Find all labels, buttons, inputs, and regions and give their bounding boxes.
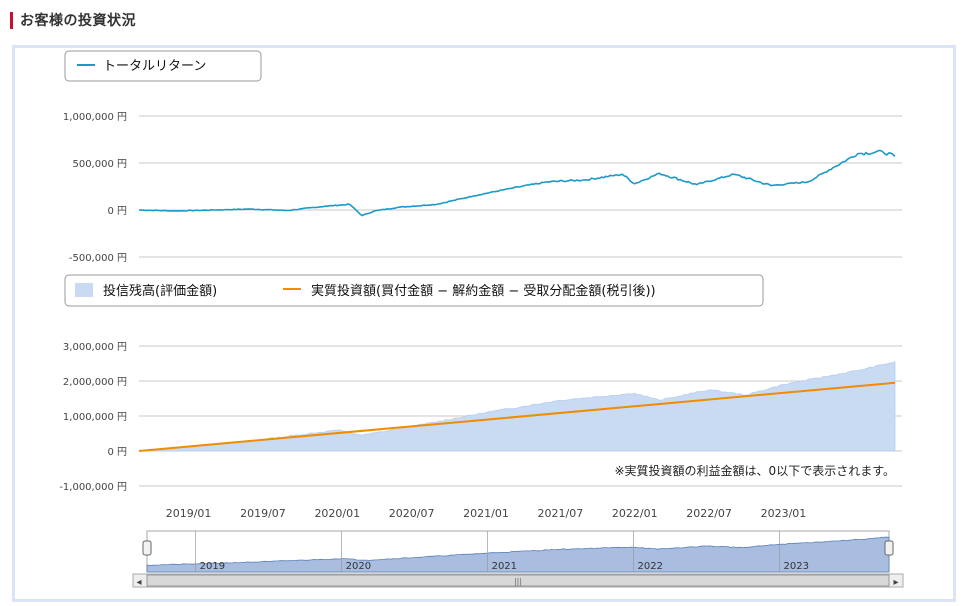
series-line-total-return (138, 149, 896, 217)
heading-title: お客様の投資状況 (20, 13, 136, 29)
scrollbar-grip-icon: ||| (514, 577, 522, 586)
y-tick-label-bottom: 2,000,000 円 (63, 377, 127, 388)
x-tick-label: 2019/01 (166, 507, 212, 520)
legend-label-net-investment: 実質投資額(買付金額 − 解約金額 − 受取分配金額(税引後)) (311, 283, 656, 299)
x-tick-label: 2021/01 (463, 507, 509, 520)
total-return-chart: トータルリターン 1,000,000 円 500,000 円 0 円 -500,000 … (63, 50, 902, 264)
range-navigator: 2019 2020 2021 2022 2023 ||| ◂ ▸ (132, 530, 904, 588)
navigator-year-label: 2023 (784, 561, 809, 572)
y-tick-label-top: -500,000 円 (69, 253, 127, 264)
scroll-left-arrow-icon[interactable]: ◂ (136, 577, 141, 588)
x-tick-label: 2022/07 (686, 507, 732, 520)
navigator-handle-left[interactable] (142, 540, 152, 556)
legend-label-total-return: トータルリターン (103, 59, 206, 74)
navigator-year-label: 2019 (200, 561, 225, 572)
x-tick-label: 2020/07 (389, 507, 435, 520)
asset-chart: 投信残高(評価金額) 実質投資額(買付金額 − 解約金額 − 受取分配金額(税引後… (59, 274, 902, 520)
x-tick-label: 2020/01 (314, 507, 360, 520)
x-tick-label: 2022/01 (612, 507, 658, 520)
investment-chart: トータルリターン 1,000,000 円 500,000 円 0 円 -500,000 … (59, 50, 904, 588)
heading-accent-bar (10, 11, 13, 29)
chart-panel: トータルリターン 1,000,000 円 500,000 円 0 円 -500,000 … (12, 45, 956, 602)
x-tick-label: 2023/01 (761, 507, 807, 520)
navigator-year-label: 2020 (346, 561, 371, 572)
scroll-right-arrow-icon[interactable]: ▸ (893, 577, 898, 588)
y-tick-label-bottom: 3,000,000 円 (63, 342, 127, 353)
navigator-handle-right[interactable] (884, 540, 894, 556)
y-tick-label-bottom: 1,000,000 円 (63, 412, 127, 423)
y-tick-label-top: 500,000 円 (72, 159, 127, 170)
y-tick-label-bottom: 0 円 (107, 447, 127, 458)
legend-label-asset-balance: 投信残高(評価金額) (103, 283, 217, 299)
y-tick-label-top: 0 円 (107, 206, 127, 217)
navigator-year-label: 2021 (492, 561, 517, 572)
legend-swatch-asset-balance (75, 283, 93, 297)
series-area-asset-balance (138, 361, 896, 452)
x-tick-label: 2021/07 (538, 507, 584, 520)
chart-annotation: ※実質投資額の利益金額は、0以下で表示されます。 (615, 463, 896, 478)
x-tick-label: 2019/07 (240, 507, 286, 520)
section-heading: お客様の投資状況 (10, 9, 136, 31)
navigator-year-label: 2022 (638, 561, 663, 572)
y-tick-label-top: 1,000,000 円 (63, 112, 127, 123)
y-tick-label-bottom: -1,000,000 円 (59, 482, 127, 493)
